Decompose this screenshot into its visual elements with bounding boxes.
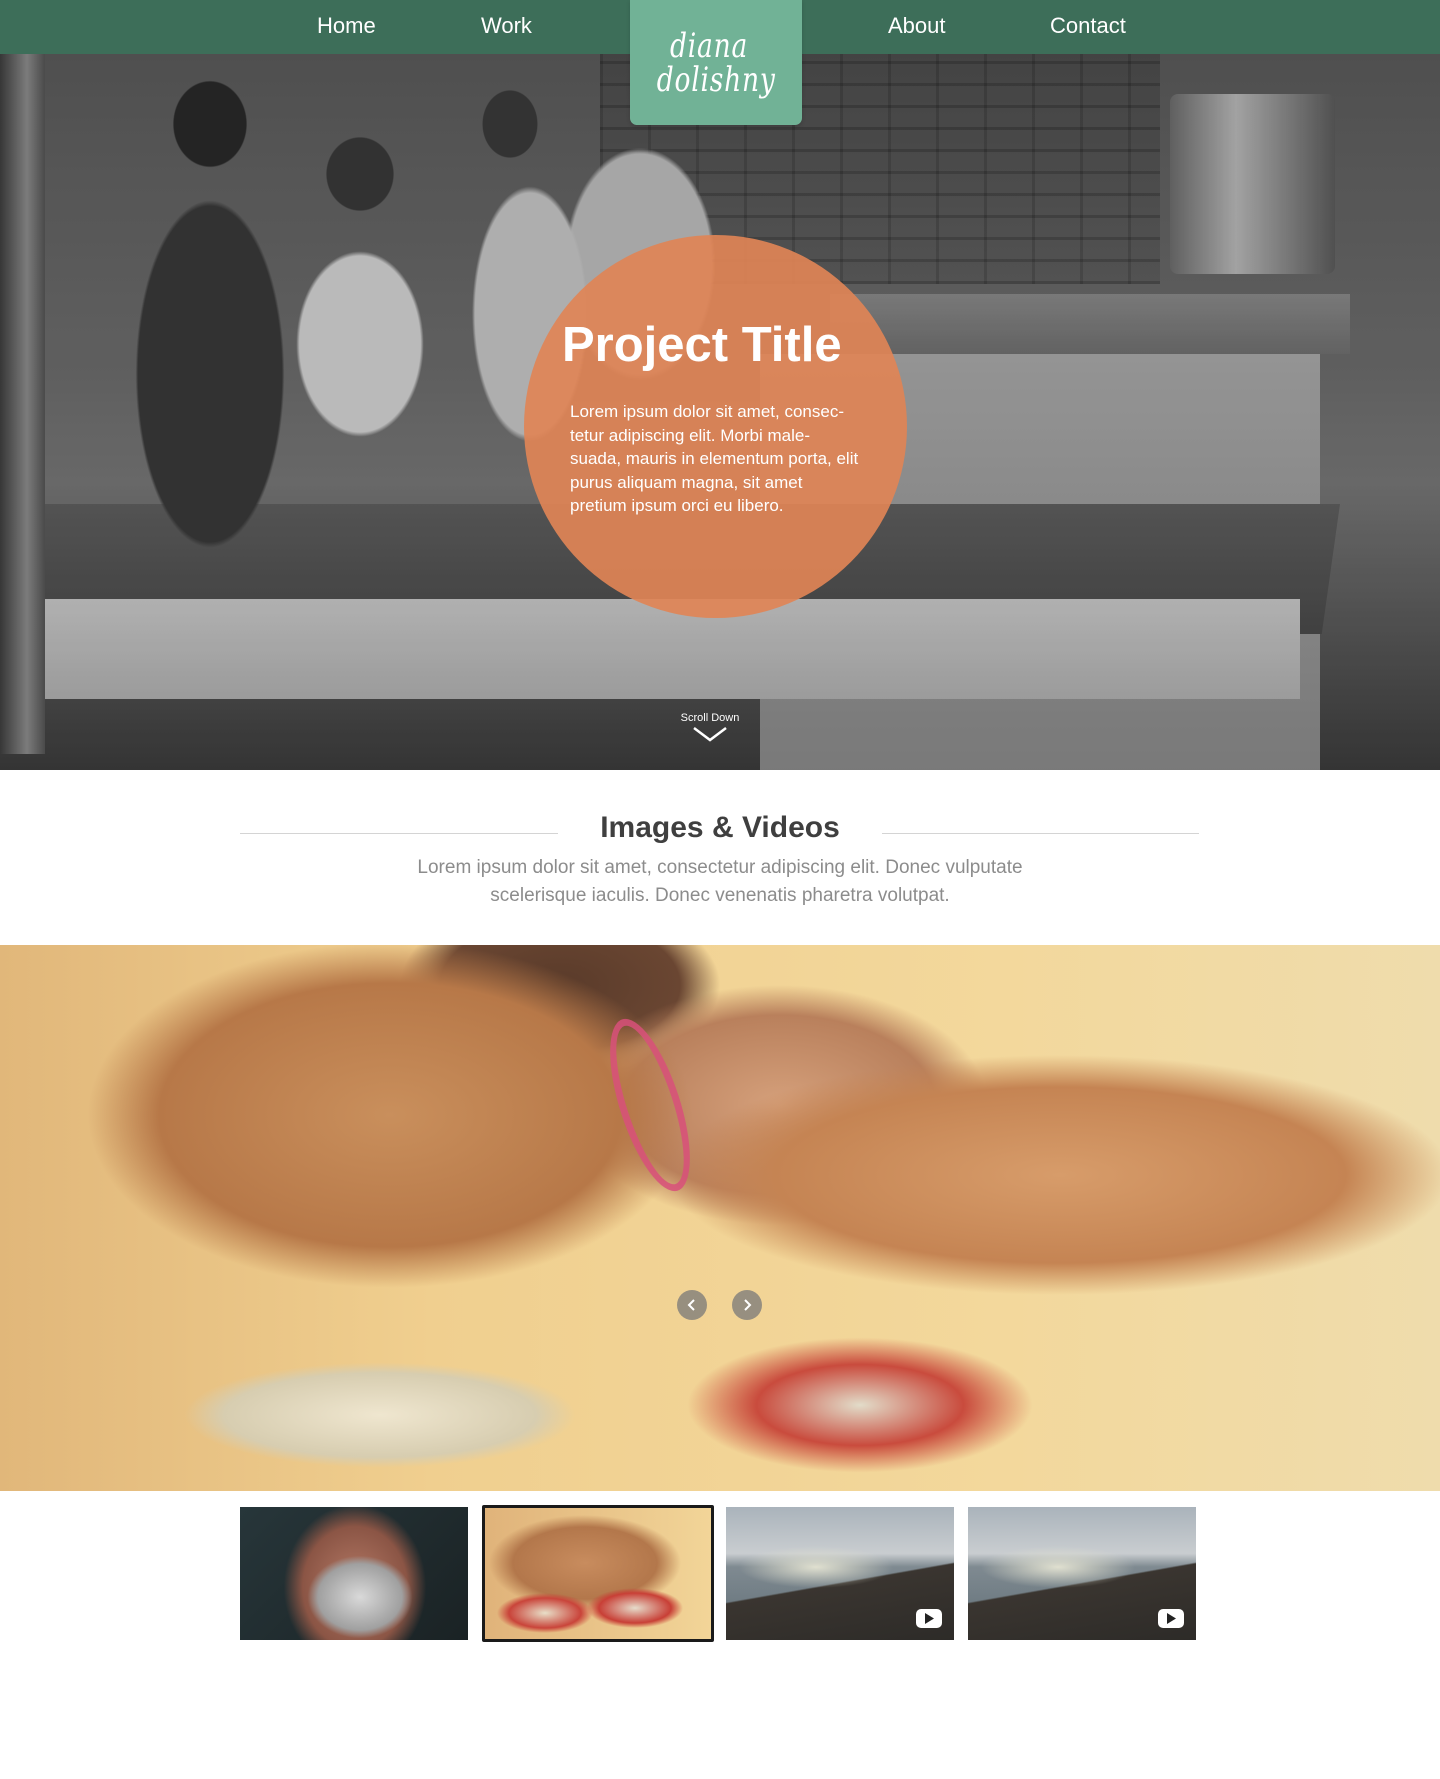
thumbnail-strip bbox=[0, 1491, 1440, 1651]
thumbnail-video-coast[interactable] bbox=[968, 1507, 1196, 1640]
project-title: Project Title bbox=[562, 318, 842, 372]
hero-section: Project Title Lorem ipsum dolor sit amet… bbox=[0, 54, 1440, 770]
chevron-left-icon bbox=[687, 1299, 695, 1311]
scroll-down-button[interactable]: Scroll Down bbox=[660, 712, 760, 743]
heading-divider-right bbox=[882, 833, 1199, 834]
images-videos-header: Images & Videos Lorem ipsum dolor sit am… bbox=[0, 770, 1440, 945]
logo-last-name: dolishny bbox=[656, 59, 776, 100]
project-info-circle: Project Title Lorem ipsum dolor sit amet… bbox=[524, 235, 907, 618]
section-subtitle: Lorem ipsum dolor sit amet, consectetur … bbox=[417, 857, 1023, 906]
media-slider bbox=[0, 945, 1440, 1491]
nav-contact-link[interactable]: Contact bbox=[1050, 0, 1126, 54]
thumbnail-image-sneakers-selected[interactable] bbox=[482, 1505, 714, 1642]
thumbnail-video-coast[interactable] bbox=[726, 1507, 954, 1640]
site-logo[interactable]: diana dolishny bbox=[630, 0, 802, 125]
play-icon bbox=[916, 1609, 942, 1628]
slider-prev-button[interactable] bbox=[677, 1290, 707, 1320]
slider-next-button[interactable] bbox=[732, 1290, 762, 1320]
nav-home-link[interactable]: Home bbox=[317, 0, 376, 54]
chevron-right-icon bbox=[744, 1299, 752, 1311]
nav-work-link[interactable]: Work bbox=[481, 0, 532, 54]
logo-first-name: diana bbox=[669, 25, 749, 66]
play-icon bbox=[1158, 1609, 1184, 1628]
thumbnail-image-portrait[interactable] bbox=[240, 1507, 468, 1640]
scroll-down-label: Scroll Down bbox=[680, 712, 740, 724]
project-description: Lorem ipsum dolor sit amet, consec-tetur… bbox=[570, 402, 859, 515]
nav-about-link[interactable]: About bbox=[888, 0, 946, 54]
slide-image bbox=[0, 945, 1440, 1491]
section-title: Images & Videos bbox=[600, 811, 840, 844]
chevron-down-icon bbox=[693, 727, 727, 742]
